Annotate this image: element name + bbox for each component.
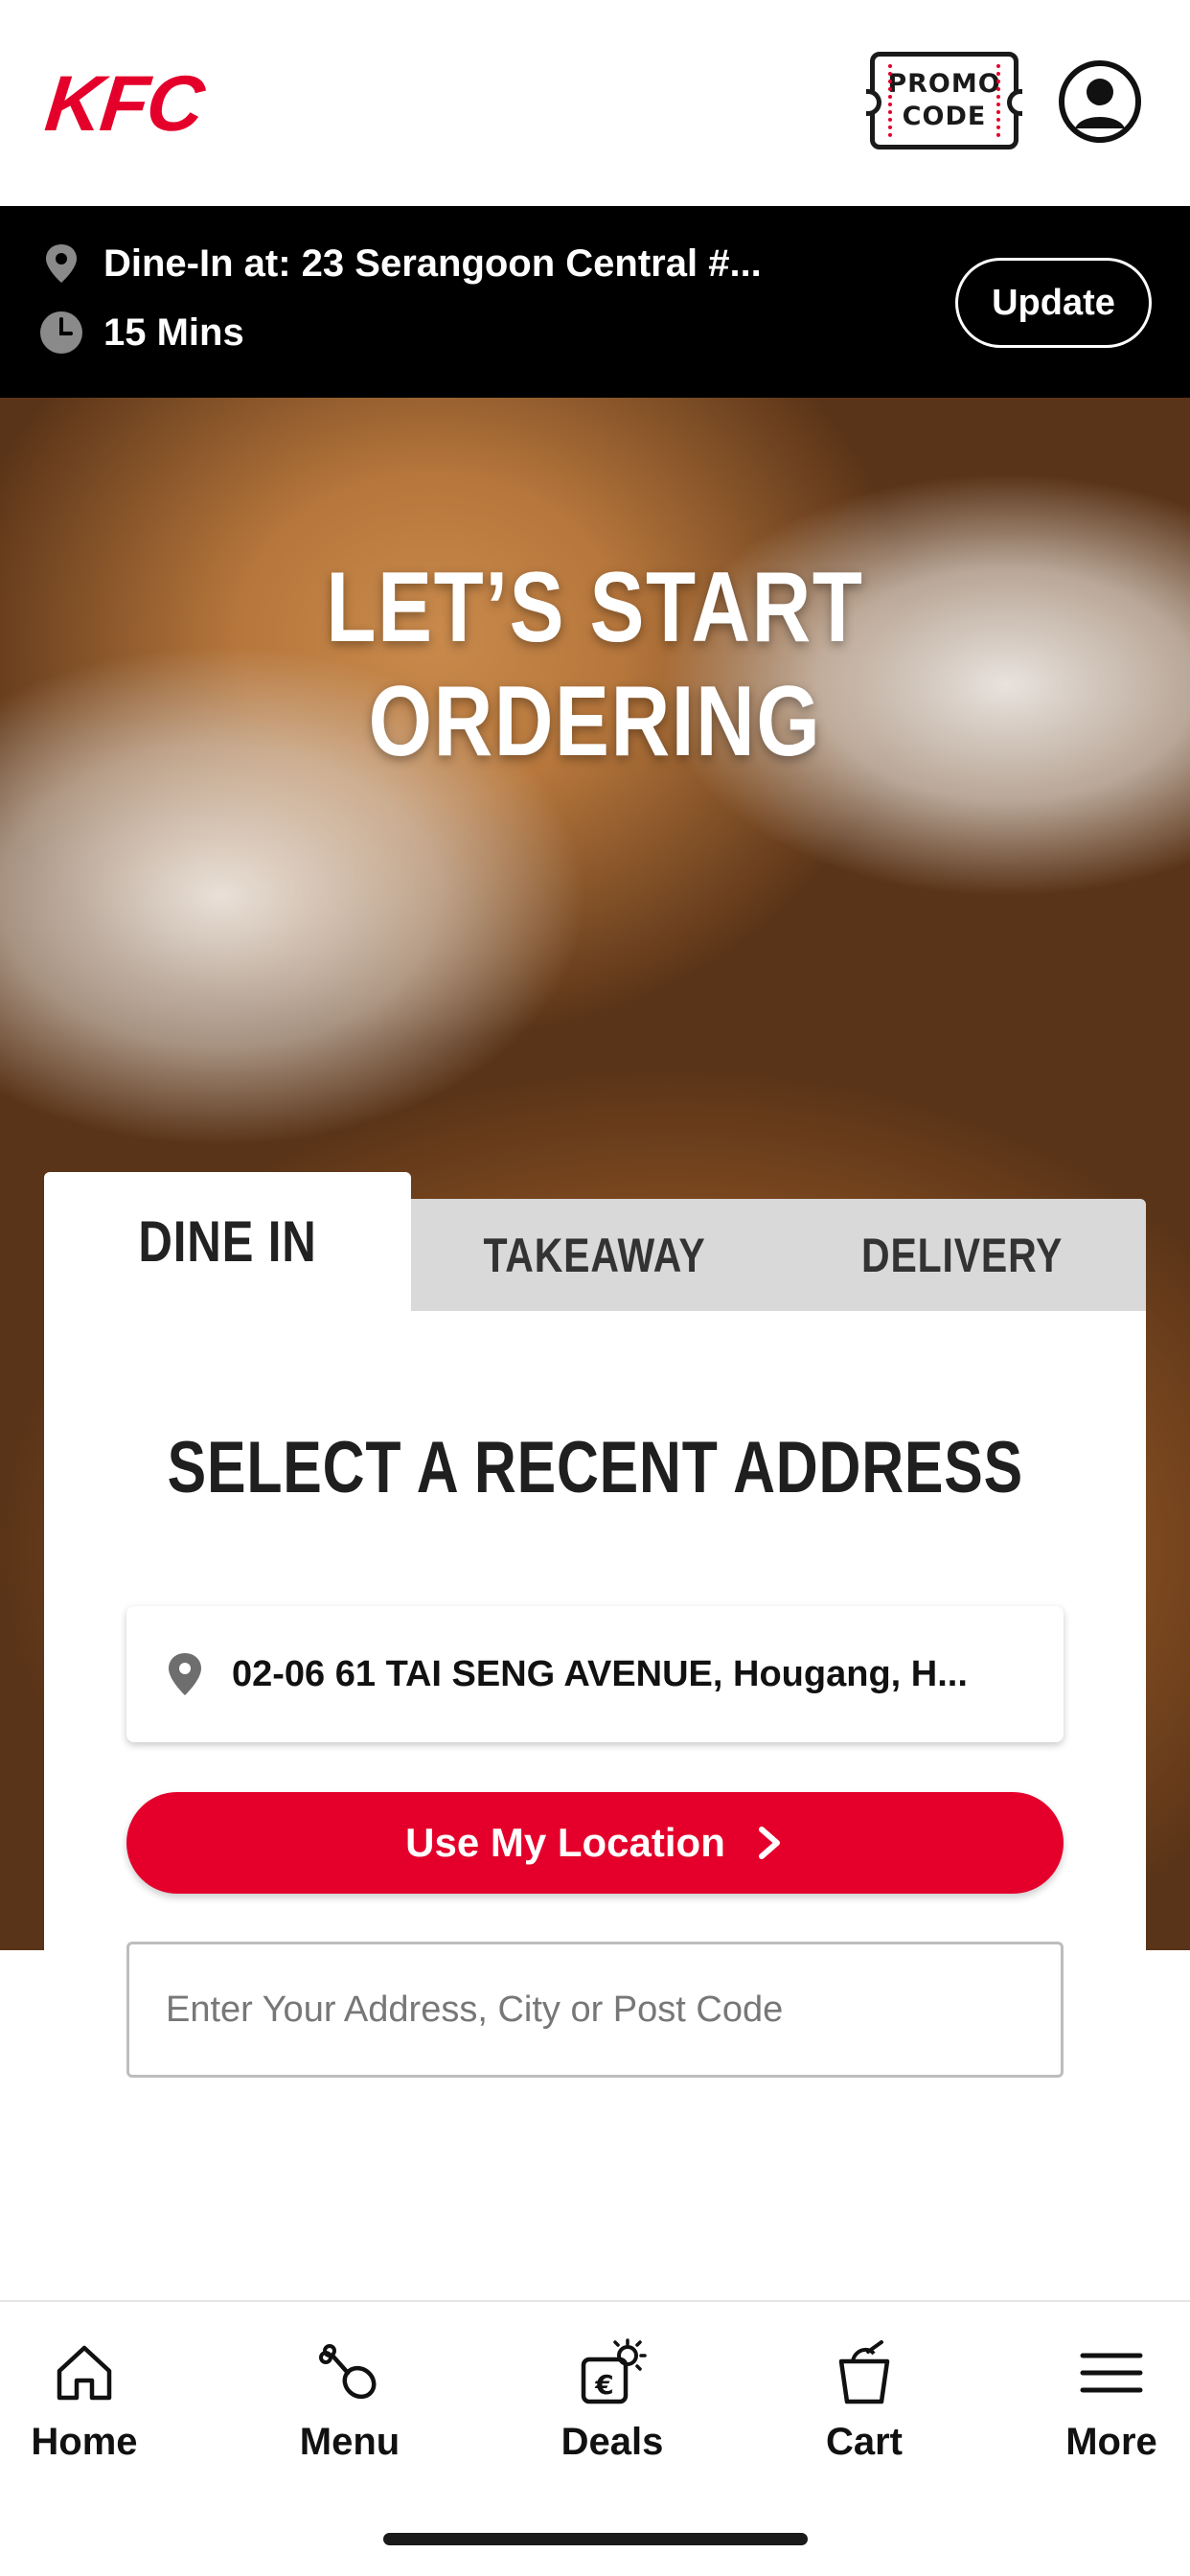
card-title-text: SELECT A RECENT ADDRESS [167,1427,1023,1508]
address-card: SELECT A RECENT ADDRESS 02-06 61 TAI SEN… [44,1311,1146,2162]
bucket-icon [838,2340,890,2404]
nav-home[interactable]: Home [0,2338,180,2492]
top-header: KFC PROMO CODE [0,0,1190,206]
recent-address-text: 02-06 61 TAI SENG AVENUE, Hougang, H... [232,1653,968,1694]
use-my-location-button[interactable]: Use My Location [126,1792,1064,1894]
nav-menu-label: Menu [299,2421,400,2463]
address-search-input[interactable] [126,1942,1064,2078]
app-screen: KFC PROMO CODE Dine-In at: 23 Serangoon … [0,0,1190,2576]
promo-code-label: PROMO CODE [887,68,1000,133]
nav-more[interactable]: More [1016,2338,1190,2492]
tab-dine-in[interactable]: DINE IN [44,1172,411,1311]
drumstick-icon [319,2344,377,2400]
wait-time-text: 15 Mins [103,310,244,354]
home-icon [57,2345,112,2401]
dine-in-location-text: Dine-In at: 23 Serangoon Central #... [103,242,762,285]
profile-icon[interactable] [1058,59,1142,144]
nav-deals-label: Deals [561,2421,664,2463]
nav-deals[interactable]: € Deals [516,2338,708,2492]
use-my-location-label: Use My Location [405,1820,725,1865]
chevron-right-icon [758,1827,780,1859]
tab-delivery-label: DELIVERY [861,1228,1064,1282]
nav-home-label: Home [31,2421,138,2463]
promo-line-2: CODE [902,102,987,131]
location-pin-icon [46,244,77,283]
order-type-tabs: DINE IN TAKEAWAY DELIVERY [44,1172,1146,1311]
recent-address-item[interactable]: 02-06 61 TAI SENG AVENUE, Hougang, H... [126,1606,1064,1742]
clock-icon [40,311,82,354]
kfc-logo[interactable]: KFC [41,59,206,150]
hamburger-icon [1080,2353,1143,2393]
location-pin-icon [169,1653,201,1695]
nav-cart[interactable]: Cart [768,2338,960,2492]
svg-text:€: € [594,2369,613,2401]
ticket-perforation-left [888,64,892,137]
nav-cart-label: Cart [825,2421,904,2463]
nav-more-label: More [1065,2421,1157,2463]
ticket-notch-right [1007,89,1022,116]
home-indicator[interactable] [383,2533,808,2545]
card-title: SELECT A RECENT ADDRESS [44,1426,1146,1509]
wait-time-row: 15 Mins [38,310,244,356]
ticket-notch-left [866,89,881,116]
order-info-bar: Dine-In at: 23 Serangoon Central #... 15… [0,206,1190,398]
hero-title: LET’S START ORDERING [326,552,864,777]
tab-takeaway-label: TAKEAWAY [483,1228,707,1282]
tab-takeaway[interactable]: TAKEAWAY [411,1199,779,1311]
tab-dine-in-label: DINE IN [138,1209,317,1274]
nav-menu[interactable]: Menu [254,2338,446,2492]
update-button[interactable]: Update [955,258,1152,348]
promo-code-button[interactable]: PROMO CODE [866,52,1022,150]
dine-in-location-row: Dine-In at: 23 Serangoon Central #... [38,241,762,287]
promo-line-1: PROMO [887,69,1001,99]
ticket-perforation-right [996,64,1000,137]
tab-delivery[interactable]: DELIVERY [779,1199,1146,1311]
deals-icon: € [581,2338,647,2404]
